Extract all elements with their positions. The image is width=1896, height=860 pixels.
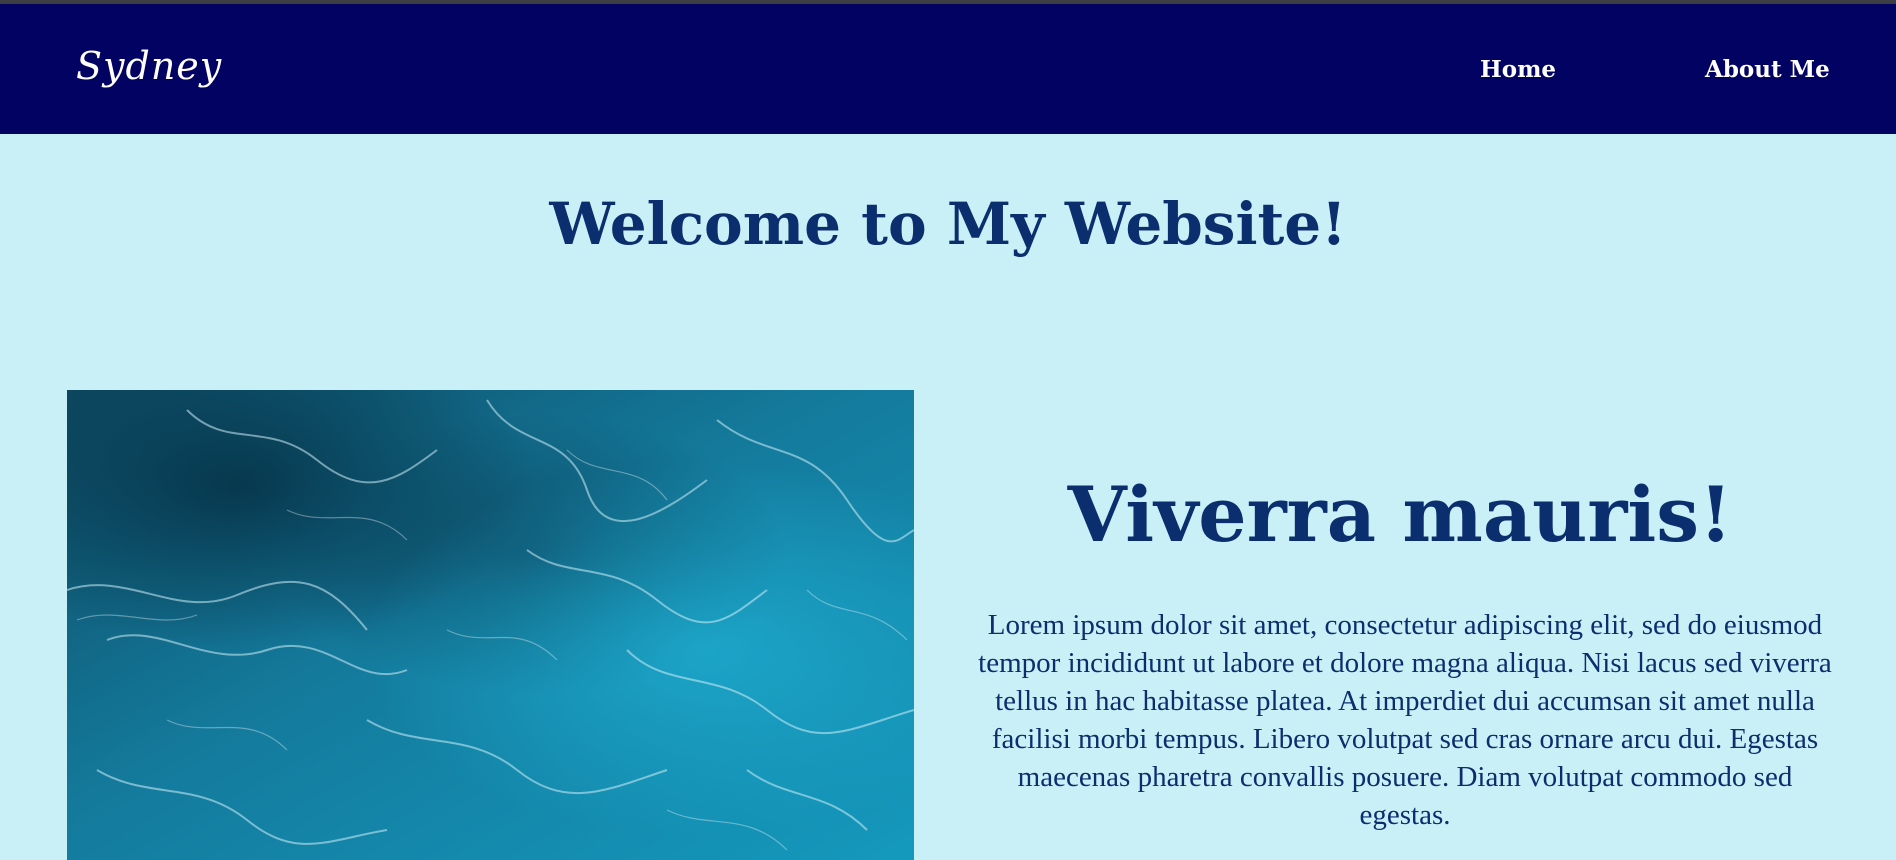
nav-link-home[interactable]: Home: [1480, 56, 1556, 83]
section-title: Viverra mauris!: [1067, 470, 1733, 559]
brand-logo-text[interactable]: Sydney: [76, 44, 222, 88]
ocean-image: [67, 390, 914, 860]
section-body-text: Lorem ipsum dolor sit amet, consectetur …: [978, 609, 1832, 831]
welcome-heading: Welcome to My Website!: [549, 190, 1347, 258]
navbar: Sydney Home About Me: [0, 4, 1896, 134]
nav-link-about-me[interactable]: About Me: [1705, 56, 1830, 83]
